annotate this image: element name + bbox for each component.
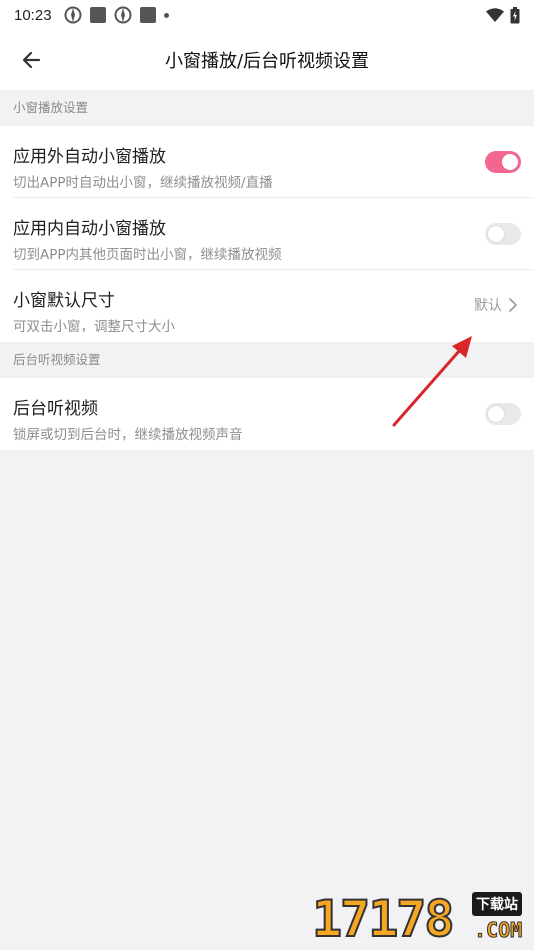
square-icon — [139, 7, 156, 23]
dot-icon — [163, 12, 169, 18]
inside-auto-mini-toggle[interactable] — [485, 223, 521, 245]
setting-subtitle: 切到APP内其他页面时出小窗，继续播放视频 — [13, 247, 282, 263]
page-title: 小窗播放/后台听视频设置 — [164, 51, 370, 72]
section-header-background-audio: 后台听视频设置 — [13, 352, 101, 367]
default-size-selector[interactable]: 默认 — [474, 295, 518, 315]
background-listen-toggle[interactable] — [485, 403, 521, 425]
status-right — [486, 6, 520, 24]
battery-icon — [510, 6, 520, 23]
default-size-value: 默认 — [474, 298, 502, 314]
watermark-badge: 下载站 — [472, 892, 522, 916]
wifi-icon — [486, 8, 504, 22]
toggle-knob — [502, 154, 518, 170]
setting-subtitle: 可双击小窗，调整尺寸大小 — [13, 319, 175, 335]
outside-auto-mini-toggle[interactable] — [485, 151, 521, 173]
section-header-mini-window: 小窗播放设置 — [13, 100, 89, 115]
watermark-logo: 17178 下载站 .COM — [311, 889, 534, 950]
setting-row-default-size[interactable]: 小窗默认尺寸 可双击小窗，调整尺寸大小 默认 — [0, 270, 534, 342]
toggle-knob — [488, 406, 504, 422]
setting-row-background-listen[interactable]: 后台听视频 锁屏或切到后台时，继续播放视频声音 — [0, 378, 534, 450]
notification-icon — [114, 6, 132, 24]
setting-row-outside-auto-mini[interactable]: 应用外自动小窗播放 切出APP时自动出小窗，继续播放视频/直播 — [0, 126, 534, 198]
watermark-number: 17178 — [311, 889, 456, 949]
setting-title: 后台听视频 — [13, 399, 98, 419]
setting-title: 小窗默认尺寸 — [13, 291, 115, 311]
notification-icon — [64, 6, 82, 24]
status-time: 10:23 — [14, 6, 52, 24]
app-bar: 小窗播放/后台听视频设置 — [0, 30, 534, 90]
watermark-suffix: .COM — [473, 918, 523, 943]
square-icon — [89, 7, 106, 23]
setting-title: 应用外自动小窗播放 — [13, 147, 166, 167]
chevron-right-icon — [509, 298, 517, 312]
setting-row-inside-auto-mini[interactable]: 应用内自动小窗播放 切到APP内其他页面时出小窗，继续播放视频 — [0, 198, 534, 270]
setting-title: 应用内自动小窗播放 — [13, 219, 166, 239]
status-bar: 10:23 — [0, 0, 534, 30]
setting-subtitle: 切出APP时自动出小窗，继续播放视频/直播 — [13, 175, 273, 191]
setting-subtitle: 锁屏或切到后台时，继续播放视频声音 — [13, 427, 243, 443]
toggle-knob — [488, 226, 504, 242]
